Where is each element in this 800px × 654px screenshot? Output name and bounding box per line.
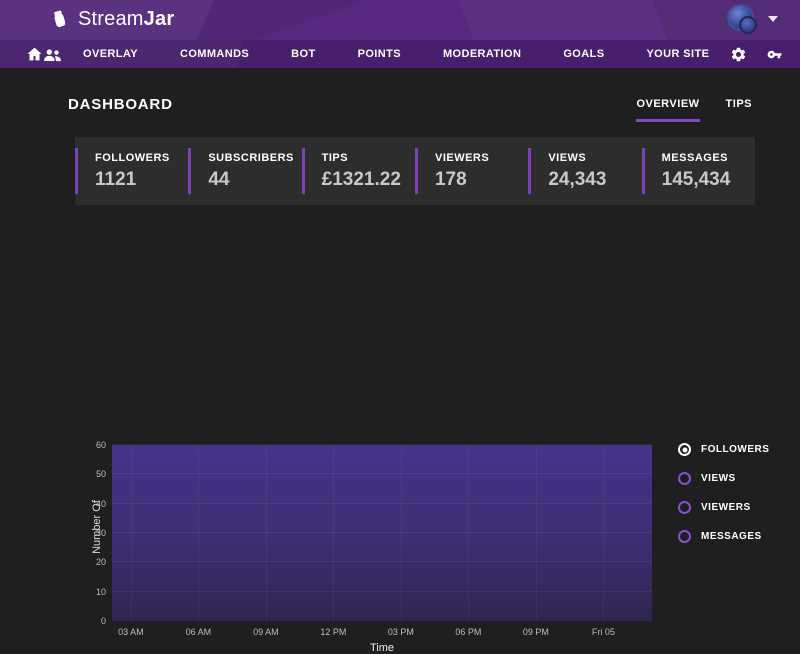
v-gridline xyxy=(266,445,267,621)
stat-label: VIEWERS xyxy=(435,152,528,164)
stats-bar: FOLLOWERS 1121 SUBSCRIBERS 44 TIPS £1321… xyxy=(75,137,755,205)
chart-section: Number Of 0102030405060 03 AM06 AM09 AM1… xyxy=(0,215,800,452)
y-tick-label: 30 xyxy=(96,528,106,538)
h-gridline xyxy=(112,591,652,592)
nav-item-moderation[interactable]: MODERATION xyxy=(422,48,542,60)
v-gridline xyxy=(131,445,132,621)
stat-label: SUBSCRIBERS xyxy=(208,152,301,164)
users-icon xyxy=(43,47,62,62)
x-tick-label: 06 PM xyxy=(455,627,481,637)
tab-overview[interactable]: OVERVIEW xyxy=(636,98,699,122)
legend-item-followers[interactable]: FOLLOWERS xyxy=(678,443,769,456)
h-gridline xyxy=(112,473,652,474)
stat-value: 44 xyxy=(208,169,301,191)
nav-item-bot[interactable]: BOT xyxy=(270,48,336,60)
radio-selected-icon xyxy=(678,443,691,456)
radio-icon xyxy=(678,472,691,485)
x-tick-label: Fri 05 xyxy=(592,627,615,637)
gear-icon[interactable] xyxy=(730,46,747,63)
y-tick-label: 40 xyxy=(96,499,106,509)
legend-item-messages[interactable]: MESSAGES xyxy=(678,530,769,543)
legend-label: VIEWERS xyxy=(701,502,751,513)
x-tick-label: 03 PM xyxy=(388,627,414,637)
x-tick-label: 12 PM xyxy=(320,627,346,637)
stat-value: 145,434 xyxy=(662,169,755,191)
stat-subscribers: SUBSCRIBERS 44 xyxy=(188,148,301,194)
page-title: DASHBOARD xyxy=(68,96,173,113)
v-gridline xyxy=(198,445,199,621)
legend-label: FOLLOWERS xyxy=(701,444,769,455)
x-axis-title: Time xyxy=(112,642,652,654)
v-gridline xyxy=(536,445,537,621)
stat-tips: TIPS £1321.22 xyxy=(302,148,415,194)
tab-tips[interactable]: TIPS xyxy=(726,98,752,122)
stat-messages: MESSAGES 145,434 xyxy=(642,148,755,194)
nav-item-points[interactable]: POINTS xyxy=(337,48,422,60)
stat-followers: FOLLOWERS 1121 xyxy=(75,148,188,194)
user-avatar[interactable] xyxy=(727,4,754,31)
y-tick-label: 20 xyxy=(96,557,106,567)
stat-label: VIEWS xyxy=(548,152,641,164)
tab-bar: OVERVIEW TIPS xyxy=(636,98,752,122)
nav-item-commands[interactable]: COMMANDS xyxy=(159,48,270,60)
nav-item-overlay[interactable]: OVERLAY xyxy=(62,48,159,60)
h-gridline xyxy=(112,444,652,445)
chevron-down-icon[interactable] xyxy=(768,16,778,22)
radio-icon xyxy=(678,530,691,543)
stat-label: MESSAGES xyxy=(662,152,755,164)
stat-label: FOLLOWERS xyxy=(95,152,188,164)
home-icon xyxy=(26,46,43,62)
key-icon[interactable] xyxy=(765,47,784,62)
nav-item-users[interactable] xyxy=(43,47,62,62)
stat-viewers: VIEWERS 178 xyxy=(415,148,528,194)
y-tick-label: 0 xyxy=(101,616,106,626)
stat-label: TIPS xyxy=(322,152,415,164)
stat-value: 178 xyxy=(435,169,528,191)
nav-item-goals[interactable]: GOALS xyxy=(542,48,625,60)
nav-item-home[interactable] xyxy=(26,46,43,62)
stat-value: £1321.22 xyxy=(322,169,415,191)
x-tick-label: 03 AM xyxy=(118,627,144,637)
h-gridline xyxy=(112,503,652,504)
legend-item-views[interactable]: VIEWS xyxy=(678,472,769,485)
legend-item-viewers[interactable]: VIEWERS xyxy=(678,501,769,514)
radio-icon xyxy=(678,501,691,514)
x-tick-label: 06 AM xyxy=(186,627,212,637)
chart-plot xyxy=(112,445,652,621)
y-tick-label: 10 xyxy=(96,587,106,597)
stat-value: 1121 xyxy=(95,169,188,191)
jar-logo-icon xyxy=(48,7,70,31)
chart-legend: FOLLOWERS VIEWS VIEWERS MESSAGES xyxy=(678,443,769,543)
v-gridline xyxy=(468,445,469,621)
h-gridline xyxy=(112,561,652,562)
v-gridline xyxy=(603,445,604,621)
stat-value: 24,343 xyxy=(548,169,641,191)
stat-views: VIEWS 24,343 xyxy=(528,148,641,194)
x-tick-label: 09 AM xyxy=(253,627,279,637)
app-header: StreamJar xyxy=(0,0,800,40)
nav-item-your-site[interactable]: YOUR SITE xyxy=(625,48,730,60)
x-tick-label: 09 PM xyxy=(523,627,549,637)
v-gridline xyxy=(333,445,334,621)
y-axis-ticks: 0102030405060 xyxy=(70,445,106,621)
h-gridline xyxy=(112,532,652,533)
logo-text: StreamJar xyxy=(78,8,174,31)
legend-label: VIEWS xyxy=(701,473,736,484)
y-tick-label: 50 xyxy=(96,469,106,479)
v-gridline xyxy=(401,445,402,621)
x-axis-ticks: 03 AM 06 AM 09 AM 12 PM 03 PM 06 PM 09 PM Fri 0… xyxy=(112,627,652,639)
legend-label: MESSAGES xyxy=(701,531,762,542)
streamjar-logo[interactable]: StreamJar xyxy=(48,7,174,31)
main-nav: OVERLAY COMMANDS BOT POINTS MODERATION G… xyxy=(0,40,800,68)
y-tick-label: 60 xyxy=(96,440,106,450)
